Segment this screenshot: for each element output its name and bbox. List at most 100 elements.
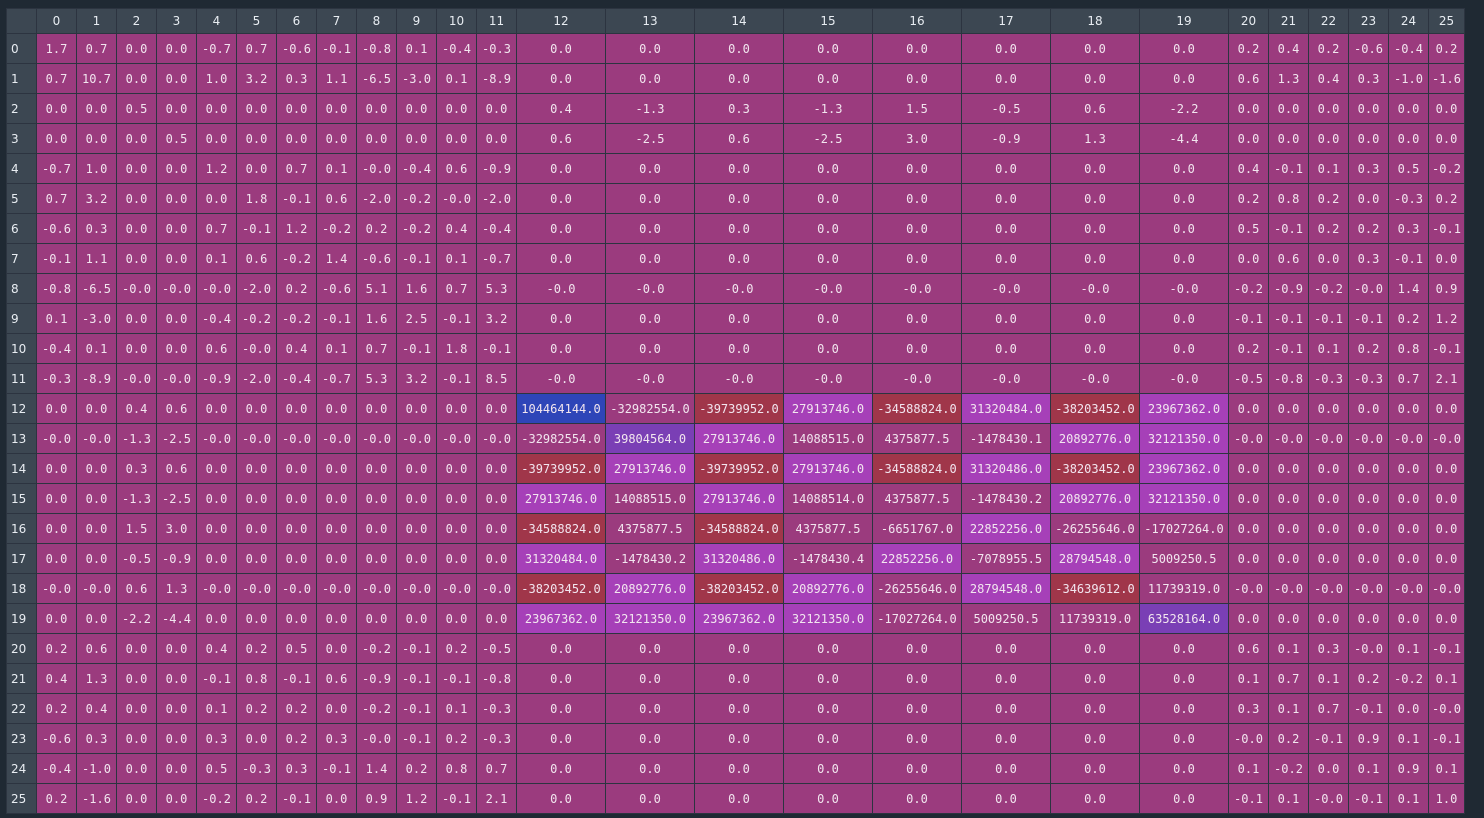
grid-cell[interactable]: 0.1 [396, 33, 437, 64]
grid-cell[interactable]: -0.6 [276, 33, 317, 64]
grid-cell[interactable]: 0.0 [236, 543, 277, 574]
grid-cell[interactable]: 0.0 [476, 123, 517, 154]
grid-cell[interactable]: 1.3 [156, 573, 197, 604]
grid-cell[interactable]: 0.0 [1428, 393, 1465, 424]
grid-cell[interactable]: 0.0 [694, 213, 784, 244]
grid-cell[interactable]: -0.4 [396, 153, 437, 184]
grid-cell[interactable]: 0.7 [76, 33, 117, 64]
grid-cell[interactable]: -0.1 [1228, 783, 1269, 814]
grid-cell[interactable]: -0.7 [36, 153, 77, 184]
grid-cell[interactable]: 0.0 [436, 483, 477, 514]
grid-cell[interactable]: 0.4 [1268, 33, 1309, 64]
grid-cell[interactable]: 0.0 [236, 723, 277, 754]
grid-cell[interactable]: -0.0 [516, 273, 606, 304]
grid-cell[interactable]: -38203452.0 [516, 573, 606, 604]
grid-cell[interactable]: 0.0 [783, 663, 873, 694]
grid-cell[interactable]: -17027264.0 [872, 603, 962, 634]
grid-cell[interactable]: 0.4 [1308, 63, 1349, 94]
grid-cell[interactable]: -1478430.4 [783, 543, 873, 574]
grid-cell[interactable]: 0.0 [872, 153, 962, 184]
grid-cell[interactable]: 0.0 [1139, 213, 1229, 244]
row-header[interactable]: 3 [6, 123, 37, 154]
grid-cell[interactable]: -0.0 [1388, 423, 1429, 454]
grid-cell[interactable]: -0.3 [476, 33, 517, 64]
grid-cell[interactable]: 0.4 [516, 93, 606, 124]
column-header[interactable]: 12 [516, 8, 606, 34]
grid-cell[interactable]: 0.0 [116, 63, 157, 94]
grid-cell[interactable]: 0.0 [36, 393, 77, 424]
grid-cell[interactable]: 0.0 [605, 63, 695, 94]
grid-cell[interactable]: -0.0 [116, 363, 157, 394]
grid-cell[interactable]: -26255646.0 [872, 573, 962, 604]
grid-cell[interactable]: 0.0 [436, 93, 477, 124]
row-header[interactable]: 17 [6, 543, 37, 574]
grid-cell[interactable]: 4375877.5 [872, 483, 962, 514]
grid-cell[interactable]: 0.2 [1308, 33, 1349, 64]
grid-cell[interactable]: -0.1 [1268, 333, 1309, 364]
grid-cell[interactable]: -0.3 [476, 693, 517, 724]
row-header[interactable]: 13 [6, 423, 37, 454]
grid-cell[interactable]: 0.1 [436, 243, 477, 274]
grid-cell[interactable]: 0.0 [1050, 63, 1140, 94]
grid-cell[interactable]: -0.1 [436, 303, 477, 334]
grid-cell[interactable]: 5009250.5 [1139, 543, 1229, 574]
grid-cell[interactable]: 0.0 [1139, 183, 1229, 214]
grid-cell[interactable]: 0.0 [1388, 603, 1429, 634]
grid-cell[interactable]: -0.0 [356, 723, 397, 754]
grid-cell[interactable]: -0.2 [396, 183, 437, 214]
grid-cell[interactable]: 0.0 [783, 723, 873, 754]
grid-cell[interactable]: 0.6 [156, 393, 197, 424]
grid-cell[interactable]: -0.0 [316, 423, 357, 454]
grid-cell[interactable]: 0.1 [1228, 663, 1269, 694]
grid-cell[interactable]: -0.0 [1050, 363, 1140, 394]
grid-cell[interactable]: 0.0 [1348, 93, 1389, 124]
grid-cell[interactable]: 0.0 [236, 393, 277, 424]
grid-cell[interactable]: -0.0 [76, 423, 117, 454]
grid-cell[interactable]: 0.4 [76, 693, 117, 724]
grid-cell[interactable]: 0.7 [356, 333, 397, 364]
grid-cell[interactable]: 27913746.0 [516, 483, 606, 514]
grid-cell[interactable]: 0.0 [116, 153, 157, 184]
grid-cell[interactable]: -1478430.2 [961, 483, 1051, 514]
grid-cell[interactable]: -0.1 [396, 693, 437, 724]
grid-cell[interactable]: -0.0 [76, 573, 117, 604]
grid-cell[interactable]: 0.0 [156, 183, 197, 214]
grid-cell[interactable]: -0.3 [476, 723, 517, 754]
grid-cell[interactable]: 0.0 [1388, 93, 1429, 124]
grid-cell[interactable]: 1.1 [316, 63, 357, 94]
grid-cell[interactable]: 0.0 [961, 633, 1051, 664]
grid-cell[interactable]: 0.0 [276, 123, 317, 154]
grid-cell[interactable]: 3.2 [476, 303, 517, 334]
column-header[interactable]: 24 [1388, 8, 1429, 34]
grid-cell[interactable]: 0.0 [783, 303, 873, 334]
grid-cell[interactable]: 0.0 [605, 783, 695, 814]
grid-cell[interactable]: -0.0 [36, 573, 77, 604]
row-header[interactable]: 11 [6, 363, 37, 394]
grid-cell[interactable]: -8.9 [76, 363, 117, 394]
grid-cell[interactable]: -38203452.0 [1050, 453, 1140, 484]
grid-cell[interactable]: 0.0 [1139, 633, 1229, 664]
grid-cell[interactable]: 0.3 [1388, 213, 1429, 244]
grid-cell[interactable]: 0.5 [116, 93, 157, 124]
grid-cell[interactable]: -7078955.5 [961, 543, 1051, 574]
grid-cell[interactable]: 0.0 [476, 453, 517, 484]
grid-cell[interactable]: 0.0 [356, 123, 397, 154]
column-header[interactable]: 16 [872, 8, 962, 34]
grid-cell[interactable]: 1.0 [76, 153, 117, 184]
grid-cell[interactable]: 0.0 [316, 453, 357, 484]
column-header[interactable]: 17 [961, 8, 1051, 34]
grid-cell[interactable]: 0.0 [1050, 663, 1140, 694]
grid-cell[interactable]: -0.0 [694, 363, 784, 394]
grid-cell[interactable]: 0.0 [605, 333, 695, 364]
grid-cell[interactable]: -0.0 [1268, 423, 1309, 454]
grid-cell[interactable]: -2.0 [356, 183, 397, 214]
grid-cell[interactable]: 0.8 [1388, 333, 1429, 364]
grid-cell[interactable]: 0.0 [476, 513, 517, 544]
grid-cell[interactable]: 0.1 [1388, 633, 1429, 664]
grid-cell[interactable]: -32982554.0 [516, 423, 606, 454]
grid-cell[interactable]: 1.2 [1428, 303, 1465, 334]
grid-cell[interactable]: -0.2 [1268, 753, 1309, 784]
grid-cell[interactable]: -0.0 [1428, 693, 1465, 724]
grid-cell[interactable]: 1.2 [276, 213, 317, 244]
grid-cell[interactable]: 0.6 [316, 183, 357, 214]
